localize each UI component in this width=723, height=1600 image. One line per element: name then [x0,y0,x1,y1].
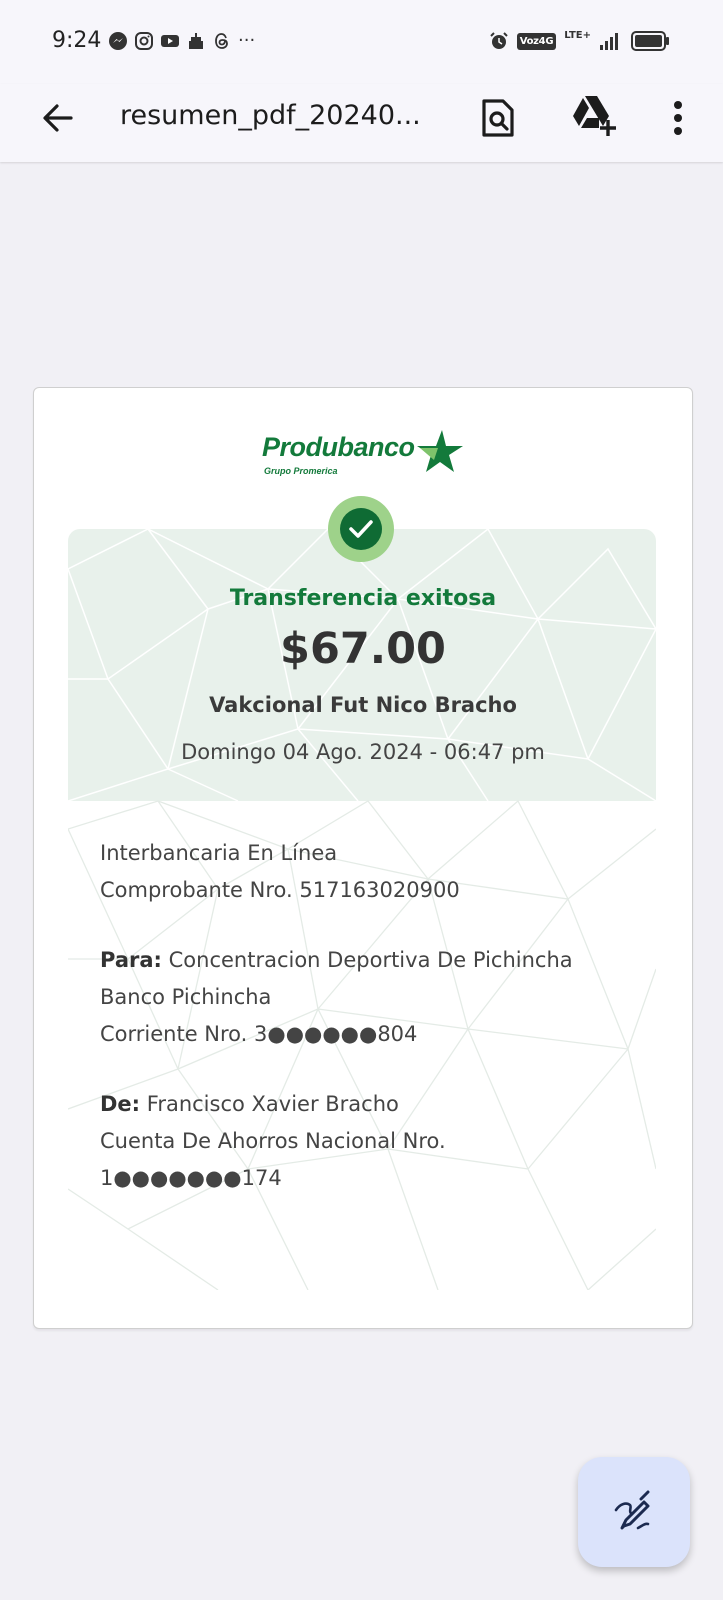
instagram-icon [135,31,153,50]
more-options-button[interactable] [656,94,700,142]
transfer-type: Interbancaria En Línea [100,841,338,865]
transfer-status: Transferencia exitosa [229,586,497,611]
file-title: resumen_pdf_20240... [120,100,421,131]
pdf-page[interactable]: Produbanco Grupo Promerica Transferencia… [33,387,693,1329]
back-button[interactable] [36,96,80,140]
threads-icon [215,32,228,49]
network-badge: Voz4G [516,32,557,50]
messenger-icon [109,31,127,50]
check-icon [340,508,382,550]
signal-icon [600,33,618,50]
star-logo-icon [417,430,463,472]
more-vert-icon [674,101,682,135]
recipient-name: Concentracion Deportiva De Pichincha [168,948,573,972]
recipient-bank: Banco Pichincha [100,985,272,1009]
app-bar: resumen_pdf_20240... [0,84,723,162]
edit-button[interactable] [578,1457,690,1567]
find-in-page-icon [482,99,514,137]
sender-line: De: Francisco Xavier Bracho [100,1092,399,1116]
arrow-back-icon [43,104,73,132]
transfer-amount: $67.00 [280,624,446,674]
recipient-line: Para: Concentracion Deportiva De Pichinc… [100,948,573,972]
sender-name: Francisco Xavier Bracho [146,1092,399,1116]
more-notifications: ··· [238,30,256,51]
produbanco-logo: Produbanco Grupo Promerica [262,428,472,480]
voucher-number: Comprobante Nro. 517163020900 [100,878,460,902]
brand-sub: Grupo Promerica [264,466,338,476]
add-to-drive-button[interactable] [570,92,618,140]
brand-name: Produbanco [262,432,415,462]
alarm-icon [489,32,508,49]
lte-label: LTE+ [564,29,591,41]
to-label: Para: [100,948,162,972]
battery-icon [631,31,669,51]
system-icons: Voz4G LTE+ [489,30,671,52]
success-badge [328,496,394,562]
add-to-drive-icon [573,96,616,136]
edit-pen-icon [614,1490,650,1530]
transfer-description: Vakcional Fut Nico Bracho [209,693,517,717]
transfer-datetime: Domingo 04 Ago. 2024 - 06:47 pm [181,740,545,764]
notification-icons: ··· [108,30,255,51]
sender-account: 1●●●●●●●174 [100,1166,282,1190]
status-bar: 9:24 ··· Voz4G LTE+ [0,0,723,84]
cake-icon [189,32,203,49]
find-in-file-button[interactable] [476,94,520,142]
sender-account-type: Cuenta De Ahorros Nacional Nro. [100,1129,446,1153]
from-label: De: [100,1092,141,1116]
recipient-account: Corriente Nro. 3●●●●●●804 [100,1022,418,1046]
status-time: 9:24 [52,28,102,53]
youtube-icon [161,34,179,47]
